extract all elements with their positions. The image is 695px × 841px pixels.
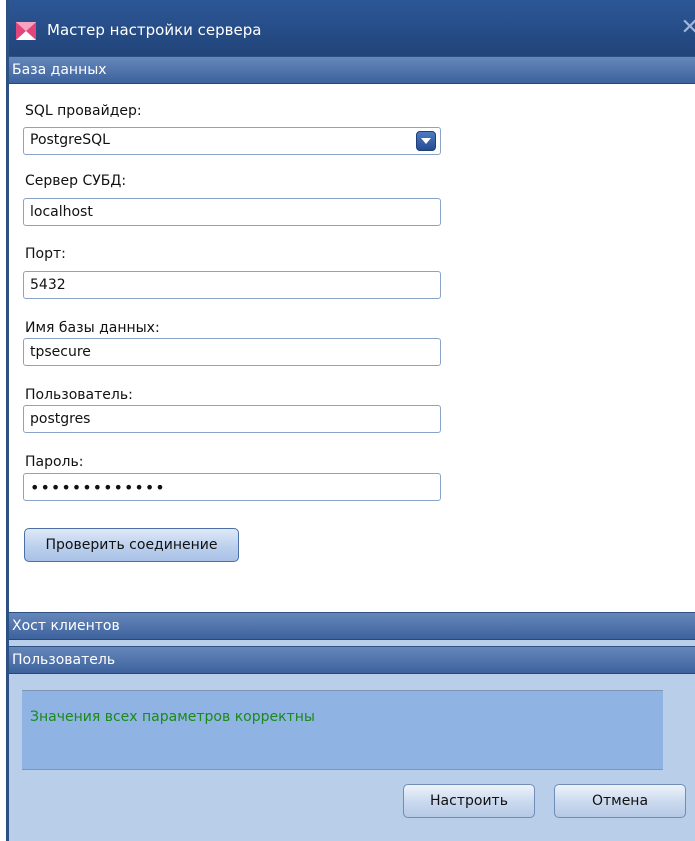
test-connection-button[interactable]: Проверить соединение bbox=[24, 528, 239, 562]
close-icon[interactable]: ✕ bbox=[681, 17, 695, 39]
password-label: Пароль: bbox=[25, 454, 84, 470]
status-message: Значения всех параметров корректны bbox=[30, 709, 315, 725]
provider-label: SQL провайдер: bbox=[25, 103, 142, 119]
sql-provider-select[interactable]: PostgreSQL bbox=[23, 127, 441, 155]
server-setup-wizard-window: Мастер настройки сервера ✕ База данных S… bbox=[6, 0, 695, 841]
db-name-input[interactable] bbox=[23, 338, 441, 366]
username-input[interactable] bbox=[23, 405, 441, 433]
cancel-button[interactable]: Отмена bbox=[554, 784, 686, 818]
username-label: Пользователь: bbox=[25, 387, 133, 403]
db-server-input[interactable] bbox=[23, 198, 441, 226]
title-bar[interactable]: Мастер настройки сервера ✕ bbox=[9, 0, 695, 56]
sql-provider-value: PostgreSQL bbox=[30, 132, 110, 148]
database-settings-panel: SQL провайдер: PostgreSQL Сервер СУБД: П… bbox=[9, 84, 695, 612]
validation-status-box: Значения всех параметров корректны bbox=[22, 690, 663, 770]
window-title: Мастер настройки сервера bbox=[47, 21, 262, 39]
app-logo-icon bbox=[16, 22, 36, 40]
port-input[interactable] bbox=[23, 271, 441, 299]
configure-button[interactable]: Настроить bbox=[403, 784, 535, 818]
section-header-user[interactable]: Пользователь bbox=[9, 646, 695, 674]
section-header-clients-host[interactable]: Хост клиентов bbox=[9, 612, 695, 640]
db-name-label: Имя базы данных: bbox=[25, 320, 160, 336]
section-header-database[interactable]: База данных bbox=[9, 56, 695, 84]
db-server-label: Сервер СУБД: bbox=[25, 173, 127, 189]
port-label: Порт: bbox=[25, 246, 66, 262]
password-input[interactable] bbox=[23, 473, 441, 501]
chevron-down-icon[interactable] bbox=[416, 131, 436, 151]
